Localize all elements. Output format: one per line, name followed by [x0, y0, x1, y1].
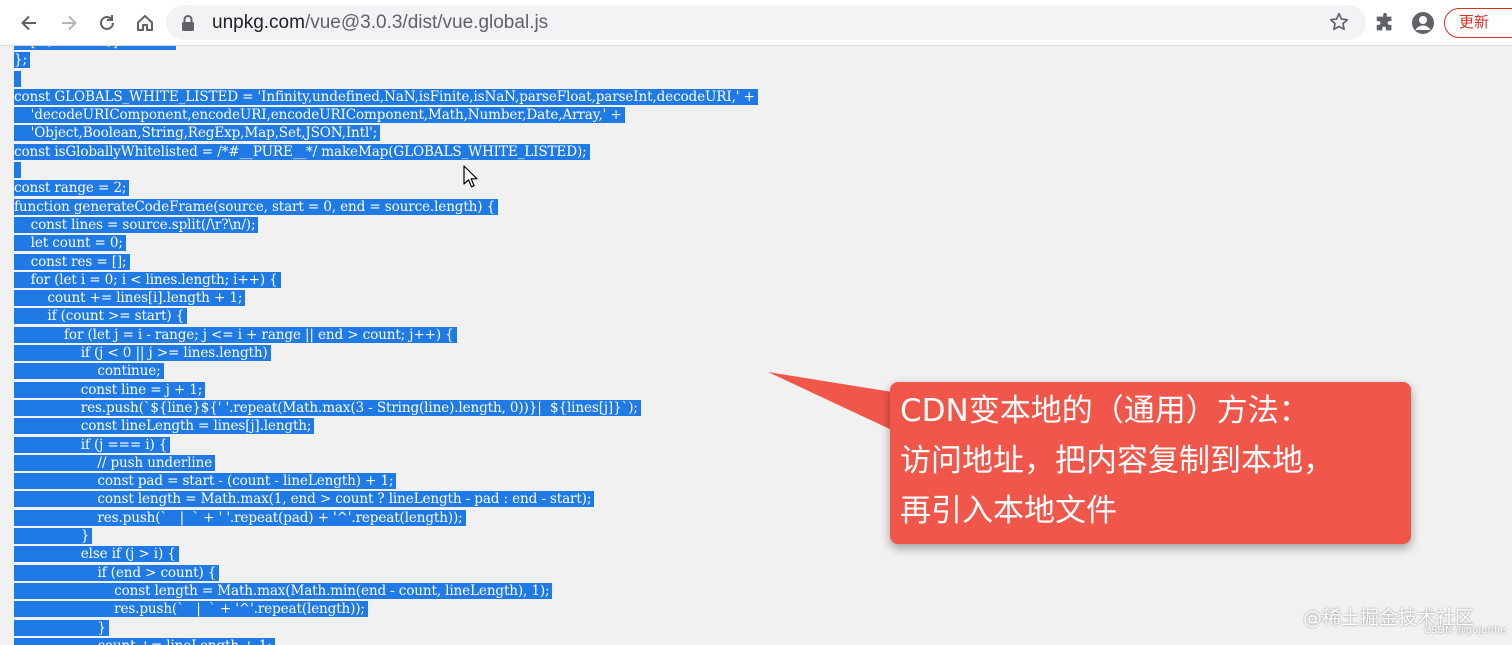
code-line[interactable]: } [14, 619, 758, 637]
code-line[interactable]: function generateCodeFrame(source, start… [14, 198, 758, 216]
arrow-left-icon [21, 15, 36, 31]
profile-button[interactable] [1408, 8, 1438, 38]
code-line-text: continue; [14, 363, 164, 380]
code-line-text: } [14, 619, 109, 636]
code-line[interactable] [14, 161, 758, 179]
browser-toolbar: unpkg.com/vue@3.0.3/dist/vue.global.js 更… [0, 0, 1512, 46]
code-line-text: 'decodeURIComponent,encodeURI,encodeURIC… [14, 107, 625, 124]
browser-window: unpkg.com/vue@3.0.3/dist/vue.global.js 更… [0, 0, 1512, 645]
code-line-text: function generateCodeFrame(source, start… [14, 198, 499, 215]
code-line[interactable]: }; [14, 51, 758, 69]
page-content: [2 /* BAIL */]: `BAIL`}; const GLOBALS_W… [0, 46, 1512, 645]
url-text[interactable]: unpkg.com/vue@3.0.3/dist/vue.global.js [212, 12, 548, 34]
update-label: 更新 [1459, 13, 1490, 31]
code-line-text: 'Object,Boolean,String,RegExp,Map,Set,JS… [14, 125, 381, 142]
code-line-text: }; [14, 52, 30, 69]
code-line-text: const isGloballyWhitelisted = /*#__PURE_… [14, 143, 590, 160]
code-line-text: const GLOBALS_WHITE_LISTED = 'Infinity,u… [14, 88, 758, 105]
url-path: /vue@3.0.3/dist/vue.global.js [304, 12, 549, 33]
code-line-text: [2 /* BAIL */]: `BAIL` [14, 46, 177, 50]
code-line[interactable]: 'Object,Boolean,String,RegExp,Map,Set,JS… [14, 124, 758, 142]
code-line[interactable]: for (let j = i - range; j <= i + range |… [14, 326, 758, 344]
lock-icon[interactable] [178, 13, 198, 33]
code-line-text: let count = 0; [14, 235, 126, 252]
code-line-text: const line = j + 1; [14, 381, 206, 398]
code-line[interactable]: if (end > count) { [14, 564, 758, 582]
code-line-text: const length = Math.max(Math.min(end - c… [14, 582, 553, 599]
code-line-text: count += lineLength + 1; [14, 637, 275, 645]
code-line-text: // push underline [14, 454, 216, 471]
code-line[interactable]: res.push(`${line}${' '.repeat(Math.max(3… [14, 399, 758, 417]
code-line-text: res.push(`${line}${' '.repeat(Math.max(3… [14, 399, 641, 416]
back-button[interactable] [14, 8, 44, 38]
code-line-text: const lines = source.split(/\r?\n/); [14, 216, 259, 233]
reload-button[interactable] [92, 8, 122, 38]
code-line-text: res.push(` | ` + '^'.repeat(length)); [14, 601, 368, 618]
forward-button[interactable] [54, 8, 84, 38]
code-line[interactable] [14, 70, 758, 88]
code-line[interactable]: const length = Math.max(1, end > count ?… [14, 490, 758, 508]
code-line[interactable]: if (j < 0 || j >= lines.length) [14, 344, 758, 362]
code-line[interactable]: const line = j + 1; [14, 381, 758, 399]
code-line-text [14, 70, 22, 87]
code-line[interactable]: if (count >= start) { [14, 307, 758, 325]
code-line-text: } [14, 528, 93, 545]
account-icon [1412, 12, 1434, 34]
code-line-text: const res = []; [14, 253, 130, 270]
callout-line-1: CDN变本地的（通用）方法： [900, 393, 1310, 429]
code-line-text: for (let i = 0; i < lines.length; i++) { [14, 271, 281, 288]
code-line-text: else if (j > i) { [14, 546, 179, 563]
callout-line-3: 再引入本地文件 [900, 493, 1117, 529]
code-line-text [14, 162, 22, 179]
home-button[interactable] [130, 8, 160, 38]
code-line[interactable]: res.push(` | ` + ' '.repeat(pad) + '^'.r… [14, 509, 758, 527]
code-line-text: for (let j = i - range; j <= i + range |… [14, 326, 457, 343]
code-line-text: if (j < 0 || j >= lines.length) [14, 345, 271, 362]
callout-line-2: 访问地址，把内容复制到本地， [900, 443, 1334, 479]
url-host: unpkg.com [212, 12, 305, 33]
code-line[interactable]: res.push(` | ` + '^'.repeat(length)); [14, 600, 758, 618]
code-line[interactable]: const pad = start - (count - lineLength)… [14, 472, 758, 490]
code-line-text: const length = Math.max(1, end > count ?… [14, 491, 595, 508]
code-line-text: const lineLength = lines[j].length; [14, 418, 315, 435]
annotation-callout: CDN变本地的（通用）方法： 访问地址，把内容复制到本地， 再引入本地文件 [890, 382, 1411, 544]
code-line[interactable]: count += lines[i].length + 1; [14, 289, 758, 307]
code-line[interactable]: const lineLength = lines[j].length; [14, 417, 758, 435]
code-line-text: if (j === i) { [14, 436, 171, 453]
code-line-text: const range = 2; [14, 180, 130, 197]
code-line[interactable]: const lines = source.split(/\r?\n/); [14, 216, 758, 234]
code-line[interactable]: for (let i = 0; i < lines.length; i++) { [14, 271, 758, 289]
csdn-watermark: CSDN @gujunhe [1424, 625, 1507, 636]
reload-icon [100, 15, 114, 30]
puzzle-icon [1376, 12, 1392, 31]
code-line-text: const pad = start - (count - lineLength)… [14, 473, 397, 490]
code-line[interactable]: } [14, 527, 758, 545]
update-button[interactable]: 更新 [1444, 8, 1512, 38]
arrow-right-icon [62, 15, 77, 31]
code-line[interactable]: const length = Math.max(Math.min(end - c… [14, 582, 758, 600]
code-line[interactable]: 'decodeURIComponent,encodeURI,encodeURIC… [14, 106, 758, 124]
code-line-text: count += lines[i].length + 1; [14, 290, 246, 307]
code-line[interactable]: count += lineLength + 1; [14, 637, 758, 645]
code-line-text: if (count >= start) { [14, 308, 188, 325]
code-line[interactable]: const GLOBALS_WHITE_LISTED = 'Infinity,u… [14, 88, 758, 106]
code-view: [2 /* BAIL */]: `BAIL`}; const GLOBALS_W… [14, 46, 758, 645]
mouse-pointer-icon [463, 165, 478, 188]
code-line[interactable]: let count = 0; [14, 234, 758, 252]
code-line[interactable]: const isGloballyWhitelisted = /*#__PURE_… [14, 143, 758, 161]
code-line-text: if (end > count) { [14, 564, 220, 581]
extensions-button[interactable] [1370, 8, 1400, 38]
star-icon[interactable] [1328, 11, 1350, 33]
code-line[interactable]: if (j === i) { [14, 436, 758, 454]
code-line[interactable]: // push underline [14, 454, 758, 472]
code-line[interactable]: continue; [14, 362, 758, 380]
code-line[interactable]: else if (j > i) { [14, 545, 758, 563]
code-line[interactable]: const range = 2; [14, 179, 758, 197]
code-line[interactable]: const res = []; [14, 253, 758, 271]
code-line-text: res.push(` | ` + ' '.repeat(pad) + '^'.r… [14, 509, 466, 526]
address-bar[interactable]: unpkg.com/vue@3.0.3/dist/vue.global.js [166, 5, 1366, 40]
home-icon [137, 15, 153, 31]
